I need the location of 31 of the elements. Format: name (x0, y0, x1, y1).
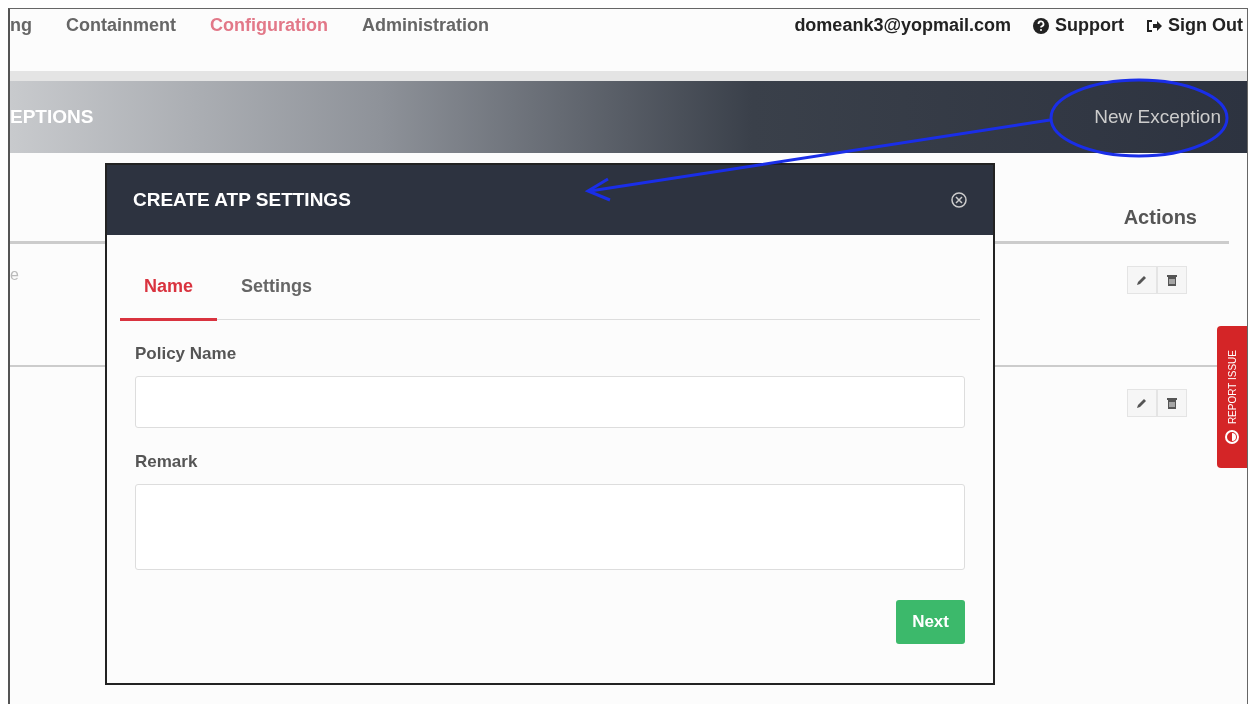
nav-link[interactable]: Administration (362, 15, 489, 36)
modal-title: CREATE ATP SETTINGS (133, 189, 351, 211)
nav-link[interactable]: ng (10, 15, 32, 36)
sign-out-link[interactable]: Sign Out (1146, 15, 1243, 36)
policy-name-field[interactable] (135, 376, 965, 428)
trash-icon (1167, 274, 1177, 286)
table-cell-text: e (10, 266, 19, 285)
delete-button[interactable] (1157, 389, 1187, 417)
user-email: domeank3@yopmail.com (794, 15, 1011, 36)
help-icon (1033, 17, 1049, 34)
page-title: EPTIONS (10, 106, 94, 128)
report-issue-tab[interactable]: REPORT ISSUE (1217, 326, 1247, 468)
pencil-icon (1136, 397, 1148, 409)
tab[interactable]: Name (120, 263, 218, 321)
close-icon[interactable] (951, 192, 967, 208)
edit-button[interactable] (1127, 266, 1157, 294)
nav-link[interactable]: Containment (66, 15, 176, 36)
trash-icon (1167, 397, 1177, 409)
sign-out-icon (1146, 18, 1162, 33)
field-label: Remark (135, 452, 199, 472)
tab[interactable]: Settings (217, 263, 337, 321)
field-label: Policy Name (135, 344, 238, 364)
delete-button[interactable] (1157, 266, 1187, 294)
pencil-icon (1136, 274, 1148, 286)
new-exception-link[interactable]: New Exception (1094, 106, 1221, 128)
report-icon (1225, 430, 1239, 445)
column-header: Actions (1123, 206, 1197, 229)
nav-link[interactable]: Configuration (210, 15, 328, 36)
remark-field[interactable] (135, 484, 965, 570)
edit-button[interactable] (1127, 389, 1157, 417)
support-link[interactable]: Support (1033, 15, 1124, 36)
